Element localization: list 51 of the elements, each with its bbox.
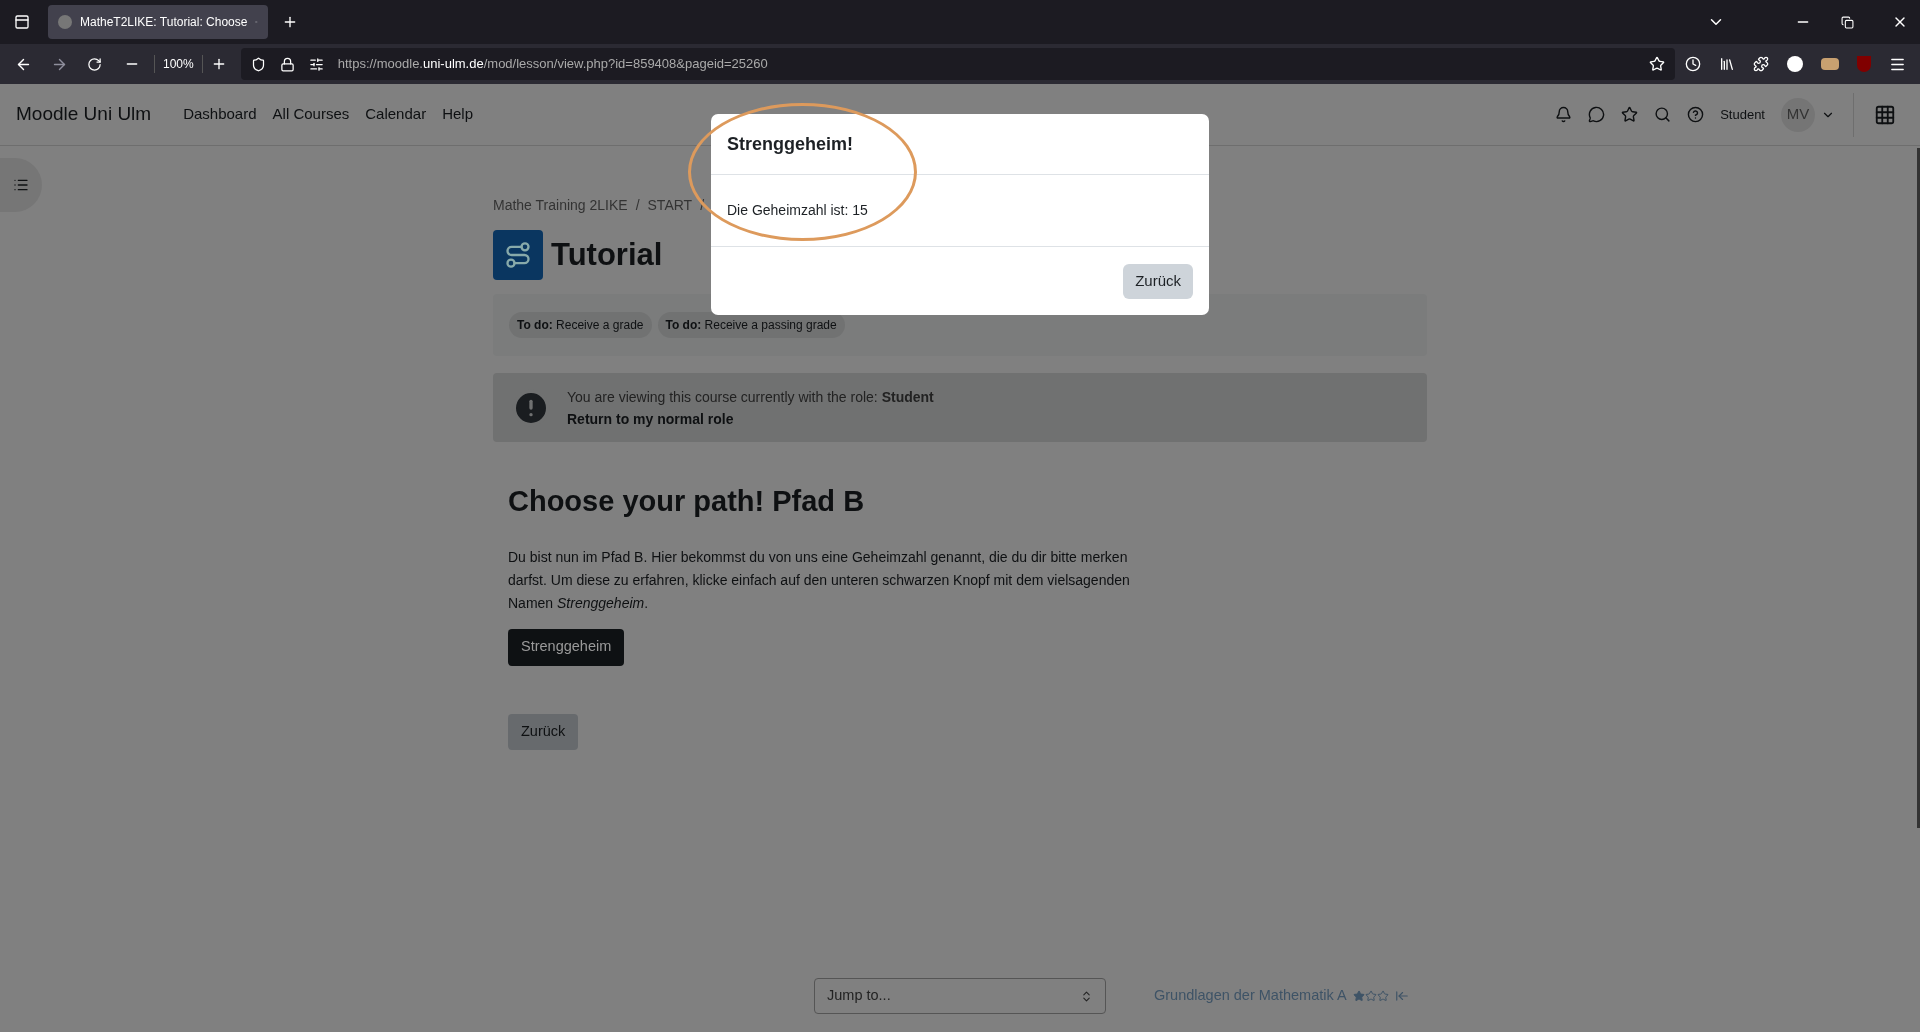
modal-back-button[interactable]: Zurück bbox=[1123, 263, 1193, 299]
nav-link[interactable]: All Courses bbox=[272, 103, 350, 126]
help-icon[interactable] bbox=[1687, 106, 1705, 123]
lesson-text: Du bist nun im Pfad B. Hier bekommst du von uns eine Geheimzahl genannt, die du dir bitte merken darfst. Um diese zu erfahren, klicke einfach auf den unteren schwarzen Knopf mit dem vielsagenden Namen Strenggeheim. bbox=[508, 547, 1131, 613]
address-bar[interactable]: https://moodle.uni-ulm.de/mod/lesson/view.php?id=859408&pageid=25260 bbox=[240, 48, 1675, 80]
notice-text: You are viewing this course currently with the role: Student bbox=[567, 387, 934, 407]
lesson-icon bbox=[493, 230, 543, 280]
modal-body-text: Die Geheimzahl ist: 15 bbox=[727, 201, 868, 220]
messages-icon[interactable] bbox=[1588, 106, 1606, 123]
return-role-link[interactable]: Return to my normal role bbox=[567, 407, 934, 430]
permissions-icon[interactable] bbox=[308, 56, 324, 72]
user-avatar[interactable]: MV bbox=[1781, 97, 1815, 132]
site-favicon-icon bbox=[58, 15, 72, 29]
breadcrumb-link[interactable]: START bbox=[647, 195, 693, 216]
modal-title: Strenggeheim! bbox=[727, 132, 854, 156]
lesson-heading: Choose your path! Pfad B bbox=[508, 484, 866, 519]
jump-to-select[interactable]: Jump to... bbox=[814, 978, 1106, 1014]
history-icon[interactable] bbox=[1685, 56, 1701, 72]
star-icon[interactable] bbox=[1621, 106, 1639, 123]
breadcrumb-link[interactable]: Mathe Training 2LIKE bbox=[493, 195, 628, 216]
search-icon[interactable] bbox=[1654, 106, 1672, 123]
site-name[interactable]: Moodle Uni Ulm bbox=[16, 100, 152, 129]
bookmark-star-icon[interactable] bbox=[1649, 56, 1665, 72]
shield-icon[interactable] bbox=[250, 56, 266, 72]
page-title: Tutorial bbox=[551, 235, 663, 274]
strenggeheim-button[interactable]: Strenggeheim bbox=[508, 628, 625, 666]
arrow-icon bbox=[1394, 989, 1409, 1003]
library-icon[interactable] bbox=[1719, 56, 1735, 72]
tab-list-icon[interactable] bbox=[14, 14, 30, 30]
list-icon[interactable] bbox=[13, 177, 29, 193]
tab-title: MatheT2LIKE: Tutorial: Choose bbox=[80, 14, 248, 31]
browser-tab[interactable]: MatheT2LIKE: Tutorial: Choose bbox=[48, 5, 268, 39]
url-text: https://moodle.uni-ulm.de/mod/lesson/view.php?id=859408&pageid=25260 bbox=[337, 55, 768, 74]
select-arrows-icon[interactable] bbox=[1080, 989, 1093, 1003]
lock-icon[interactable] bbox=[279, 56, 295, 72]
extension-icon[interactable] bbox=[1787, 56, 1803, 72]
extensions-icon[interactable] bbox=[1753, 56, 1769, 72]
zoom-level[interactable]: 100% bbox=[154, 55, 203, 73]
apps-grid-icon[interactable] bbox=[1874, 103, 1896, 126]
new-tab-icon[interactable] bbox=[282, 14, 298, 30]
reload-icon[interactable] bbox=[87, 56, 102, 72]
completion-badge: To do: Receive a grade bbox=[509, 312, 652, 338]
drawer-toggle-button[interactable] bbox=[0, 158, 42, 212]
role-label: Student bbox=[1720, 105, 1765, 124]
back-button[interactable]: Zurück bbox=[508, 713, 579, 750]
nav-link[interactable]: Dashboard bbox=[183, 103, 257, 126]
breadcrumb-separator: / bbox=[635, 196, 640, 215]
notifications-icon[interactable] bbox=[1555, 106, 1573, 123]
restore-icon[interactable] bbox=[1841, 15, 1854, 29]
nav-link[interactable]: Help bbox=[442, 103, 473, 126]
nav-link[interactable]: Calendar bbox=[365, 103, 427, 126]
